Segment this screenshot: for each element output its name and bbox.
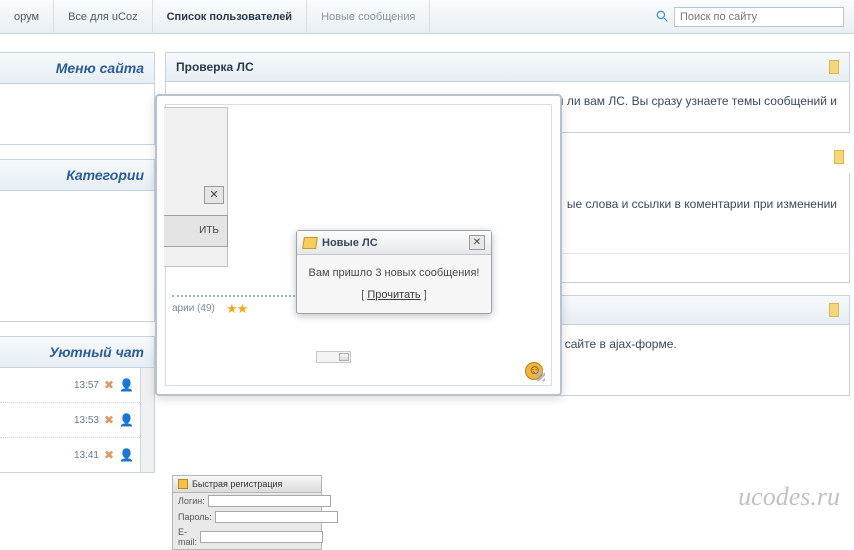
top-nav: орум Все для uCoz Список пользователей Н… bbox=[0, 0, 854, 34]
post-title-text: Проверка ЛС bbox=[176, 60, 254, 74]
preview-scrollbar[interactable] bbox=[316, 351, 351, 363]
chat-time: 13:41 bbox=[74, 450, 99, 461]
menu-block: Меню сайта bbox=[0, 52, 155, 145]
chat-scrollbar[interactable] bbox=[140, 368, 154, 472]
form-icon bbox=[178, 479, 188, 489]
chat-title: Уютный чат bbox=[0, 337, 154, 368]
user-icon: 👤 bbox=[119, 413, 134, 427]
regform-header: Быстрая регистрация bbox=[173, 476, 321, 493]
close-icon[interactable]: ✕ bbox=[469, 235, 485, 250]
chat-row[interactable]: 13:41 ✖ 👤 bbox=[0, 438, 140, 472]
nav-new-messages[interactable]: Новые сообщения bbox=[307, 0, 430, 34]
chat-block: Уютный чат 13:57 ✖ 👤 13:53 ✖ 👤 13:41 bbox=[0, 336, 155, 473]
dialog-new-pm: Новые ЛС ✕ Вам пришло 3 новых сообщения!… bbox=[296, 230, 492, 314]
collapse-icon[interactable] bbox=[829, 60, 839, 74]
search-wrap bbox=[656, 7, 844, 27]
dialog-title-text: Новые ЛС bbox=[322, 237, 378, 249]
resize-handle-icon[interactable] bbox=[535, 371, 545, 381]
star-icon: ★★ bbox=[226, 301, 247, 317]
user-icon: 👤 bbox=[119, 378, 134, 392]
chat-row[interactable]: 13:57 ✖ 👤 bbox=[0, 368, 140, 403]
search-icon bbox=[656, 10, 669, 23]
email-label: E-mail: bbox=[178, 527, 197, 547]
scrollbar-thumb[interactable] bbox=[339, 353, 349, 361]
nav-users[interactable]: Список пользователей bbox=[153, 0, 307, 34]
menu-title: Меню сайта bbox=[0, 53, 154, 84]
nav-ucoz[interactable]: Все для uCoz bbox=[54, 0, 153, 34]
nav-forum[interactable]: орум bbox=[0, 0, 54, 34]
user-icon: 👤 bbox=[119, 448, 134, 462]
bracket-close: ] bbox=[421, 289, 427, 301]
regform-title: Быстрая регистрация bbox=[192, 479, 282, 489]
chat-time: 13:53 bbox=[74, 415, 99, 426]
close-icon[interactable]: ✕ bbox=[204, 186, 224, 204]
delete-icon[interactable]: ✖ bbox=[104, 413, 114, 427]
email-field[interactable] bbox=[200, 531, 323, 543]
collapse-icon[interactable] bbox=[834, 150, 844, 164]
envelope-icon bbox=[302, 237, 318, 249]
pass-label: Пароль: bbox=[178, 512, 212, 522]
categories-block: Категории bbox=[0, 159, 155, 322]
login-label: Логин: bbox=[178, 496, 205, 506]
chat-time: 13:57 bbox=[74, 380, 99, 391]
pass-field[interactable] bbox=[215, 511, 338, 523]
quick-reg-form: Быстрая регистрация Логин: Пароль: E-mai… bbox=[172, 475, 322, 550]
login-field[interactable] bbox=[208, 495, 331, 507]
sidebar: Меню сайта Категории Уютный чат 13:57 ✖ … bbox=[0, 52, 155, 487]
preview-comments-label: арии (49) bbox=[172, 303, 215, 314]
dialog-titlebar[interactable]: Новые ЛС ✕ bbox=[297, 231, 491, 255]
search-input[interactable] bbox=[674, 7, 844, 27]
chat-row[interactable]: 13:53 ✖ 👤 bbox=[0, 403, 140, 438]
read-link[interactable]: Прочитать bbox=[367, 289, 420, 301]
delete-icon[interactable]: ✖ bbox=[104, 378, 114, 392]
categories-title: Категории bbox=[0, 160, 154, 191]
preview-button-fragment[interactable]: ИТЬ bbox=[164, 215, 228, 247]
dialog-message: Вам пришло 3 новых сообщения! bbox=[305, 267, 483, 279]
collapse-icon[interactable] bbox=[829, 303, 839, 317]
delete-icon[interactable]: ✖ bbox=[104, 448, 114, 462]
